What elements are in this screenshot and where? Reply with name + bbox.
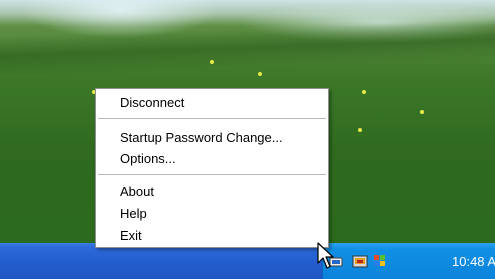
- menu-separator: [98, 174, 326, 176]
- menu-item-options[interactable]: Options...: [96, 149, 328, 169]
- windows-tray-icon[interactable]: [372, 253, 388, 269]
- taskbar-clock[interactable]: 10:48 A: [452, 254, 495, 270]
- menu-item-disconnect[interactable]: Disconnect: [96, 93, 328, 113]
- wallpaper-hill-stripe: [0, 18, 495, 78]
- tray-context-menu: Disconnect Startup Password Change... Op…: [95, 88, 329, 248]
- menu-item-about[interactable]: About: [96, 182, 328, 202]
- wallpaper-flower: [258, 72, 262, 76]
- app-tray-icon[interactable]: [352, 253, 368, 269]
- wallpaper-flower: [210, 60, 214, 64]
- menu-item-exit[interactable]: Exit: [96, 226, 328, 246]
- wallpaper-flower: [358, 128, 362, 132]
- menu-separator: [98, 118, 326, 120]
- wallpaper-flower: [420, 110, 424, 114]
- menu-item-help[interactable]: Help: [96, 204, 328, 224]
- menu-item-startup-password-change[interactable]: Startup Password Change...: [96, 128, 328, 148]
- mouse-pointer-icon: [317, 242, 334, 269]
- wallpaper-flower: [362, 90, 366, 94]
